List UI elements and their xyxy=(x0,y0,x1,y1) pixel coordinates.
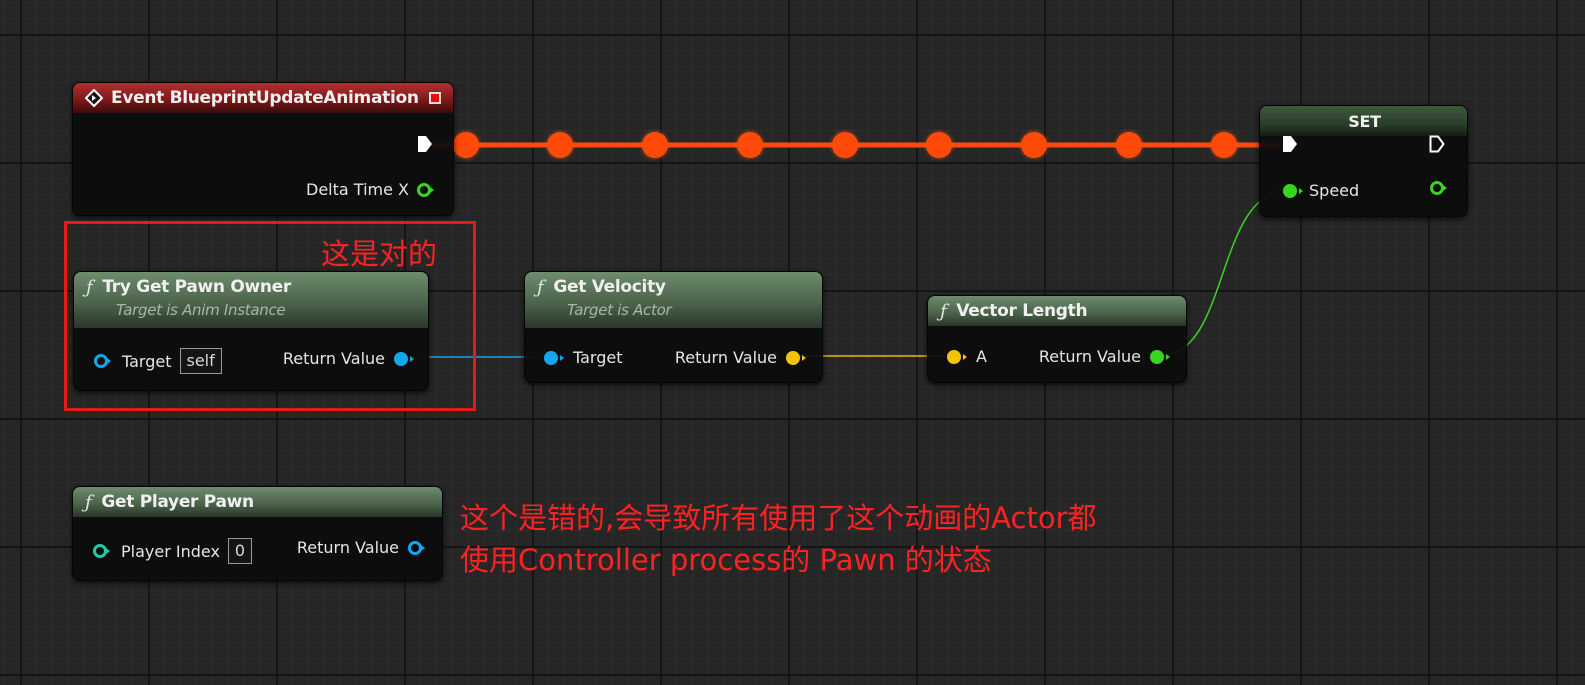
exec-wire-reroute-dot[interactable] xyxy=(1021,132,1047,158)
get-player-pawn-node[interactable]: ƒ Get Player Pawn Player Index 0 Return … xyxy=(72,486,443,581)
speed-output-pin-icon[interactable] xyxy=(1430,181,1447,195)
set-exec-in-row xyxy=(1282,135,1298,153)
vector-length-title: Vector Length xyxy=(956,301,1088,321)
event-node-close-icon[interactable] xyxy=(429,92,441,104)
exec-wire-reroute-dot[interactable] xyxy=(642,132,668,158)
get-player-pawn-title: Get Player Pawn xyxy=(101,492,254,512)
set-speed-node[interactable]: SET Speed xyxy=(1259,105,1468,217)
get-velocity-return-row: Return Value xyxy=(674,348,806,367)
exec-wire-reroute-dot[interactable] xyxy=(926,132,952,158)
exec-out-row xyxy=(417,135,433,153)
player-index-field[interactable]: 0 xyxy=(227,538,253,564)
return-value-pin-icon[interactable] xyxy=(1150,349,1170,364)
vector-length-header[interactable]: ƒ Vector Length xyxy=(928,296,1186,326)
event-diamond-icon xyxy=(85,89,103,107)
delta-time-label: Delta Time X xyxy=(306,180,409,199)
return-value-label: Return Value xyxy=(296,538,399,557)
return-value-pin-icon[interactable] xyxy=(786,350,806,365)
event-node-title: Event BlueprintUpdateAnimation xyxy=(111,88,419,108)
function-icon: ƒ xyxy=(537,276,544,298)
speed-label: Speed xyxy=(1309,181,1360,200)
exec-wire-reroute-dot[interactable] xyxy=(737,132,763,158)
exec-wire-reroute-dot[interactable] xyxy=(453,132,479,158)
exec-wire-reroute-dot[interactable] xyxy=(832,132,858,158)
return-value-label: Return Value xyxy=(1038,347,1141,366)
annotation-wrong-line1: 这个是错的,会导致所有使用了这个动画的Actor都 xyxy=(460,501,1097,535)
exec-wire-reroute-dot[interactable] xyxy=(1211,132,1237,158)
a-label: A xyxy=(976,347,987,366)
a-pin-icon[interactable] xyxy=(947,349,967,364)
target-pin-icon[interactable] xyxy=(544,350,564,365)
player-index-row: Player Index 0 xyxy=(93,538,253,564)
exec-wire-reroute-dot[interactable] xyxy=(547,132,573,158)
get-player-pawn-return-row: Return Value xyxy=(296,538,425,557)
function-icon: ƒ xyxy=(85,491,92,513)
exec-in-pin-icon[interactable] xyxy=(1282,135,1298,153)
annotation-wrong-line2: 使用Controller process的 Pawn 的状态 xyxy=(460,543,992,577)
event-blueprint-update-animation-node[interactable]: Event BlueprintUpdateAnimation Delta Tim… xyxy=(72,82,454,216)
vector-length-return-row: Return Value xyxy=(1038,347,1170,366)
delta-time-pin-icon[interactable] xyxy=(417,182,434,197)
exec-out-pin-icon[interactable] xyxy=(1429,135,1445,153)
exec-out-pin-icon[interactable] xyxy=(417,135,433,153)
get-velocity-subtitle: Target is Actor xyxy=(567,301,672,319)
vector-length-a-row: A xyxy=(947,347,987,366)
target-label: Target xyxy=(573,348,623,367)
event-node-header[interactable]: Event BlueprintUpdateAnimation xyxy=(73,83,453,113)
return-value-pin-icon[interactable] xyxy=(408,540,425,555)
set-exec-out-row xyxy=(1429,135,1445,153)
set-node-header[interactable]: SET xyxy=(1260,106,1467,136)
delta-time-row: Delta Time X xyxy=(306,180,434,199)
get-velocity-node[interactable]: ƒ Get Velocity Target is Actor Target Re… xyxy=(524,271,823,383)
exec-wire-reroute-dot[interactable] xyxy=(1116,132,1142,158)
return-value-label: Return Value xyxy=(674,348,777,367)
function-icon: ƒ xyxy=(940,300,947,322)
set-speed-input-row: Speed xyxy=(1283,181,1359,200)
get-player-pawn-header[interactable]: ƒ Get Player Pawn xyxy=(73,487,442,517)
set-node-title: SET xyxy=(1348,111,1381,131)
annotation-correct: 这是对的 xyxy=(321,237,438,271)
player-index-label: Player Index xyxy=(121,541,220,561)
get-velocity-target-row: Target xyxy=(544,348,623,367)
get-velocity-title: Get Velocity xyxy=(553,277,666,297)
speed-input-pin-icon[interactable] xyxy=(1283,183,1303,198)
vector-length-node[interactable]: ƒ Vector Length A Return Value xyxy=(927,295,1187,383)
set-speed-output-row xyxy=(1430,181,1447,195)
get-velocity-header[interactable]: ƒ Get Velocity Target is Actor xyxy=(525,272,822,328)
player-index-pin-icon[interactable] xyxy=(93,544,110,558)
